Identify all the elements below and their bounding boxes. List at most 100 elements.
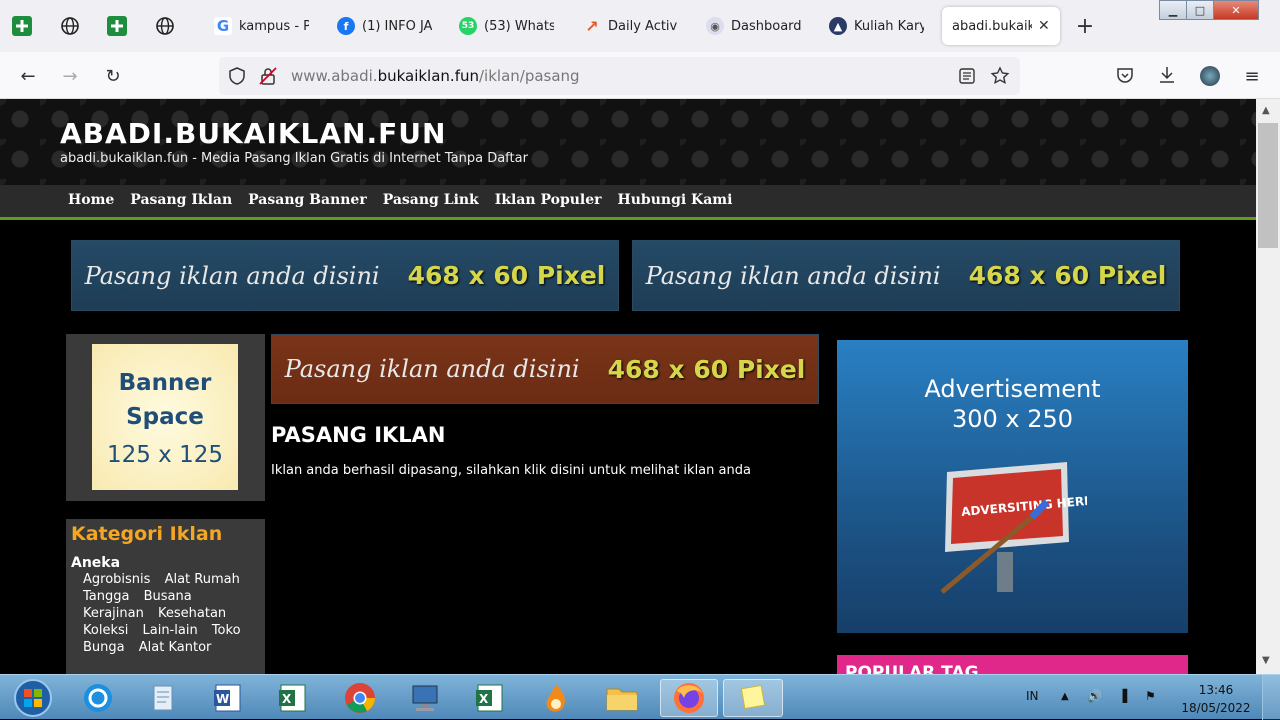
back-arrow-icon[interactable]: ← <box>16 64 40 88</box>
show-desktop-button[interactable] <box>1262 675 1280 720</box>
web-page: ABADI.BUKAIKLAN.FUN abadi.bukaiklan.fun … <box>0 99 1256 674</box>
bookmark-star-icon[interactable] <box>990 66 1010 86</box>
reader-view-icon[interactable] <box>959 68 975 84</box>
page-scrollbar[interactable]: ▲ ▼ <box>1256 99 1280 674</box>
shield-icon[interactable] <box>228 67 246 85</box>
banner-125[interactable]: Banner Space 125 x 125 <box>92 344 238 490</box>
site-menu: Home Pasang Iklan Pasang Banner Pasang L… <box>0 185 1256 220</box>
volume-icon[interactable]: 🔊 <box>1087 689 1102 703</box>
banner-468-content[interactable]: Pasang iklan anda disini 468 x 60 Pixel <box>271 334 819 404</box>
url-text[interactable]: www.abadi.bukaiklan.fun/iklan/pasang <box>291 67 580 85</box>
sheets-icon[interactable] <box>107 16 127 36</box>
page-title: PASANG IKLAN <box>271 423 446 447</box>
success-message[interactable]: Iklan anda berhasil dipasang, silahkan k… <box>271 463 751 478</box>
reload-icon[interactable]: ↻ <box>101 64 125 88</box>
menu-pasang-iklan[interactable]: Pasang Iklan <box>122 185 240 217</box>
pocket-icon[interactable] <box>1116 66 1134 84</box>
system-clock[interactable]: 13:46 18/05/2022 <box>1180 681 1252 717</box>
tab-title: (53) WhatsA <box>484 18 554 34</box>
tab-title: (1) INFO JA <box>362 18 432 34</box>
minimize-icon[interactable]: ▁ <box>1159 0 1187 20</box>
show-hidden-icons-icon[interactable]: ▲ <box>1061 691 1069 702</box>
url-prefix: www.abadi. <box>291 67 378 85</box>
url-path: /iklan/pasang <box>479 67 580 85</box>
menu-iklan-populer[interactable]: Iklan Populer <box>487 185 610 217</box>
kategori-link[interactable]: Lain-lain <box>143 623 198 638</box>
file-explorer-icon[interactable] <box>602 679 642 717</box>
tab-info[interactable]: f (1) INFO JA <box>337 7 432 45</box>
kategori-link[interactable]: Agrobisnis <box>83 572 150 587</box>
hamburger-menu-icon[interactable]: ≡ <box>1240 64 1264 88</box>
menu-home[interactable]: Home <box>60 185 122 217</box>
kategori-link[interactable]: Kerajinan <box>83 606 144 621</box>
scroll-down-icon[interactable]: ▼ <box>1262 655 1270 666</box>
globe-icon[interactable] <box>60 16 80 36</box>
browser-nav-bar: ← → ↻ www.abadi.bukaiklan.fun/iklan/pasa… <box>0 52 1280 99</box>
menu-pasang-link[interactable]: Pasang Link <box>375 185 487 217</box>
kategori-list: Agrobisnis Alat Rumah Tangga Busana Kera… <box>71 571 260 656</box>
banner-468-left[interactable]: Pasang iklan anda disini 468 x 60 Pixel <box>71 240 619 311</box>
word-icon[interactable]: W <box>208 679 248 717</box>
insecure-lock-icon[interactable] <box>259 67 277 85</box>
globe-icon[interactable] <box>155 16 175 36</box>
svg-text:W: W <box>216 692 229 706</box>
close-tab-icon[interactable]: ✕ <box>1038 18 1050 34</box>
tab-kampus[interactable]: G kampus - Pe <box>214 7 309 45</box>
banner-468-right[interactable]: Pasang iklan anda disini 468 x 60 Pixel <box>632 240 1180 311</box>
close-window-icon[interactable]: ✕ <box>1213 0 1259 20</box>
kategori-link[interactable]: Alat Kantor <box>139 640 212 655</box>
graduation-cap-icon: ▲ <box>829 17 847 35</box>
forward-arrow-icon[interactable]: → <box>58 64 82 88</box>
browser-tab-strip: G kampus - Pe f (1) INFO JA 53 (53) What… <box>0 0 1280 52</box>
account-avatar-icon[interactable] <box>1200 66 1220 86</box>
tab-abadi-active[interactable]: abadi.bukaik ✕ <box>942 7 1060 45</box>
excel-contacts-icon[interactable]: X <box>273 679 313 717</box>
notes-app-icon[interactable] <box>143 679 183 717</box>
whatsapp-icon: 53 <box>459 17 477 35</box>
firefox-icon[interactable] <box>660 679 718 717</box>
sheets-icon[interactable] <box>12 16 32 36</box>
site-title[interactable]: ABADI.BUKAIKLAN.FUN <box>60 117 446 150</box>
svg-text:X: X <box>282 692 292 706</box>
scroll-up-icon[interactable]: ▲ <box>1262 105 1270 116</box>
action-center-icon[interactable]: ⚑ <box>1145 689 1156 703</box>
banner-125-label: Banner Space <box>118 370 212 430</box>
tab-kuliah[interactable]: ▲ Kuliah Kary <box>829 7 924 45</box>
facebook-icon: f <box>337 17 355 35</box>
clock-date: 18/05/2022 <box>1181 701 1251 715</box>
menu-pasang-banner[interactable]: Pasang Banner <box>240 185 375 217</box>
start-button-icon[interactable] <box>8 679 58 717</box>
excel-icon[interactable]: X <box>470 679 510 717</box>
flame-app-icon[interactable] <box>536 679 576 717</box>
kategori-group[interactable]: Aneka <box>71 555 260 571</box>
tab-daily-activity[interactable]: ↗ Daily Activi <box>583 7 678 45</box>
new-tab-icon[interactable]: + <box>1075 14 1095 39</box>
scrollbar-thumb[interactable] <box>1258 123 1278 248</box>
kategori-panel: Kategori Iklan Aneka Agrobisnis Alat Rum… <box>66 519 265 674</box>
network-signal-icon[interactable]: ▐ <box>1118 689 1127 703</box>
sticky-notes-icon[interactable] <box>723 679 783 717</box>
activity-icon: ↗ <box>585 16 599 36</box>
kategori-link[interactable]: Koleksi <box>83 623 128 638</box>
ad-label: Advertisement <box>924 375 1101 403</box>
address-bar[interactable]: www.abadi.bukaiklan.fun/iklan/pasang <box>219 57 1020 95</box>
window-controls: ▁ □ ✕ <box>1159 0 1259 22</box>
menu-hubungi-kami[interactable]: Hubungi Kami <box>610 185 741 217</box>
chrome-icon[interactable] <box>340 679 380 717</box>
tab-title: kampus - Pe <box>239 18 309 34</box>
banner-script-text: Pasang iklan anda disini <box>84 261 380 290</box>
sync-app-icon[interactable] <box>78 679 118 717</box>
svg-text:X: X <box>479 692 489 706</box>
tab-dashboard[interactable]: ◉ Dashboard <box>706 7 801 45</box>
input-language[interactable]: IN <box>1026 689 1039 703</box>
maximize-icon[interactable]: □ <box>1186 0 1214 20</box>
banner-size-text: 468 x 60 Pixel <box>968 261 1167 290</box>
computer-icon[interactable] <box>405 679 445 717</box>
tab-whatsapp[interactable]: 53 (53) WhatsA <box>459 7 554 45</box>
kategori-link[interactable]: Busana <box>144 589 192 604</box>
banner-125-size: 125 x 125 <box>106 442 224 468</box>
ad-300x250[interactable]: Advertisement 300 x 250 ADVERSITING HERE <box>837 340 1188 633</box>
download-icon[interactable] <box>1158 65 1176 85</box>
banner-125-container: Banner Space 125 x 125 <box>66 334 265 501</box>
kategori-link[interactable]: Kesehatan <box>158 606 226 621</box>
